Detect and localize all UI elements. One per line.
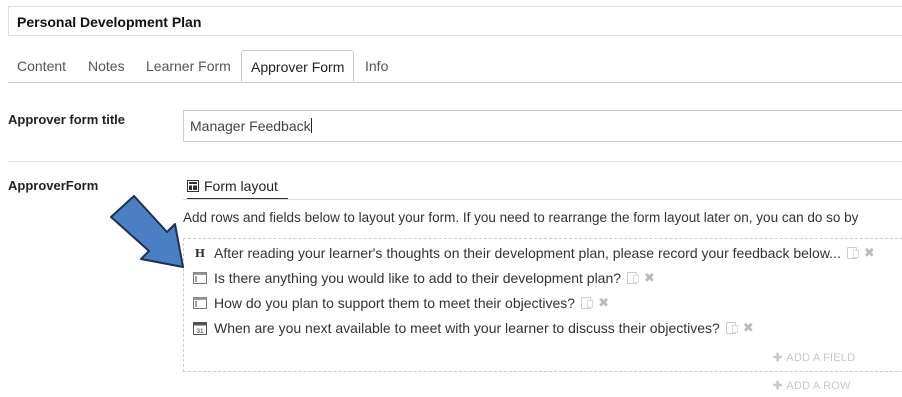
add-field-button[interactable]: ✚ ADD A FIELD [773, 351, 855, 364]
copy-icon[interactable] [846, 247, 859, 259]
delete-icon[interactable]: ✖ [644, 270, 655, 286]
form-help-text: Add rows and fields below to layout your… [183, 210, 859, 225]
tab-form-layout[interactable]: Form layout [187, 178, 288, 200]
plus-icon: ✚ [773, 352, 783, 364]
form-row[interactable]: How do you plan to support them to meet … [193, 293, 609, 313]
tab-info[interactable]: Info [365, 50, 388, 82]
copy-icon[interactable] [725, 322, 738, 334]
tab-approver-form[interactable]: Approver Form [241, 50, 355, 82]
form-row[interactable]: 31 When are you next available to meet w… [193, 318, 754, 338]
textarea-icon [193, 272, 207, 284]
calendar-day: 31 [196, 328, 204, 335]
form-row-text: Is there anything you would like to add … [214, 270, 622, 286]
add-row-button[interactable]: ✚ ADD A ROW [773, 379, 851, 392]
approver-form-label: ApproverForm [8, 178, 99, 193]
form-row-text: After reading your learner's thoughts on… [214, 245, 841, 261]
tab-learner-form[interactable]: Learner Form [146, 50, 231, 82]
form-layout-icon [187, 180, 199, 192]
form-row[interactable]: H After reading your learner's thoughts … [193, 243, 875, 263]
tab-bar: Content Notes Learner Form Approver Form… [8, 50, 902, 83]
form-row-text: How do you plan to support them to meet … [214, 295, 576, 311]
copy-icon[interactable] [627, 272, 640, 284]
approver-title-value: Manager Feedback [190, 118, 311, 134]
form-layout-underline [183, 199, 902, 200]
approver-title-label: Approver form title [8, 112, 126, 127]
delete-icon[interactable]: ✖ [743, 320, 754, 336]
add-field-label: ADD A FIELD [786, 352, 856, 364]
approver-title-input[interactable]: Manager Feedback [183, 110, 902, 142]
copy-icon[interactable] [581, 297, 594, 309]
plus-icon: ✚ [773, 380, 783, 392]
tab-content[interactable]: Content [17, 50, 66, 82]
add-row-label: ADD A ROW [786, 380, 851, 392]
section-divider [8, 161, 902, 162]
tab-notes[interactable]: Notes [88, 50, 125, 82]
form-row-text: When are you next available to meet with… [214, 320, 720, 336]
calendar-icon: 31 [193, 322, 207, 335]
form-layout-label: Form layout [204, 178, 278, 194]
heading-icon: H [194, 246, 206, 260]
text-caret [310, 118, 312, 133]
callout-arrow-icon [110, 195, 184, 268]
textarea-icon [193, 297, 207, 309]
page-title: Personal Development Plan [8, 6, 902, 36]
form-row[interactable]: Is there anything you would like to add … [193, 268, 655, 288]
delete-icon[interactable]: ✖ [598, 295, 609, 311]
delete-icon[interactable]: ✖ [864, 245, 875, 261]
